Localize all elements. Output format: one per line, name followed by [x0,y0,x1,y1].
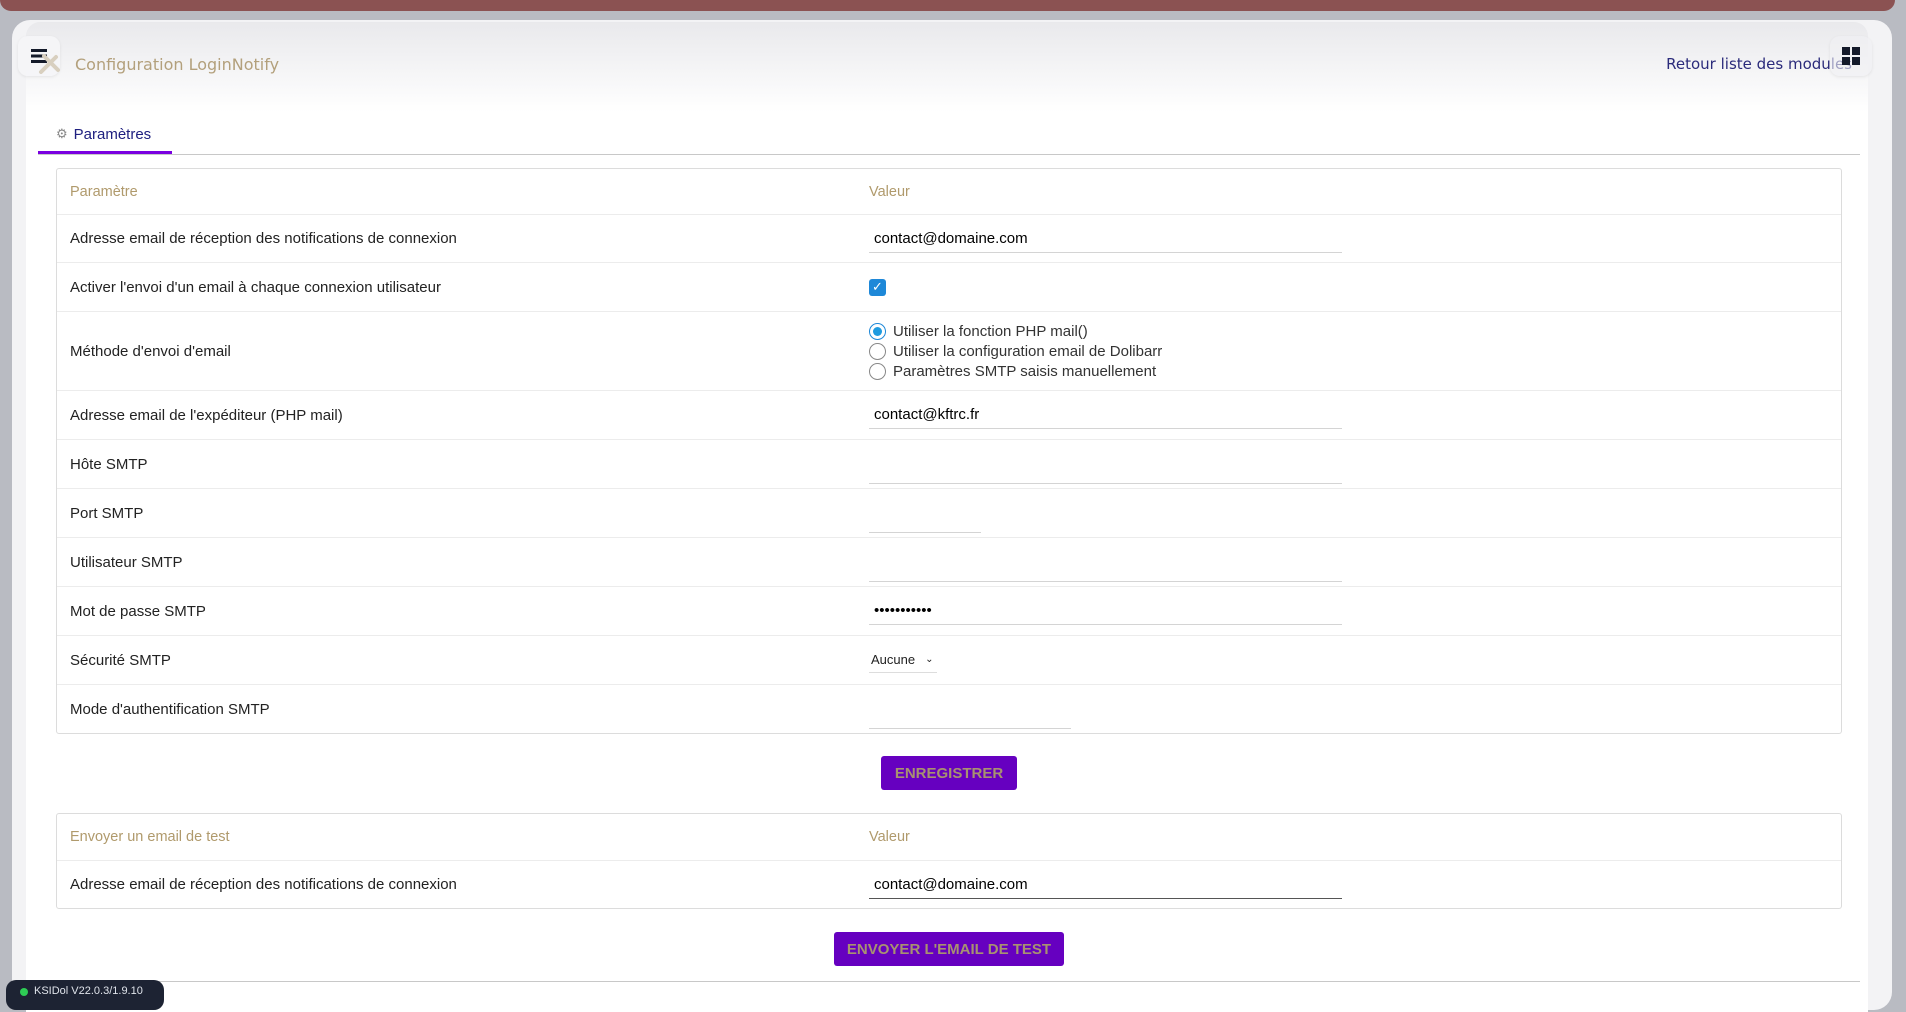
radio-label: Paramètres SMTP saisis manuellement [893,362,1157,380]
row-label: Utilisateur SMTP [70,553,183,571]
version-badge: KSIDol V22.0.3/1.9.10 [6,980,164,1010]
row-label: Méthode d'envoi d'email [70,342,231,360]
test-email-input[interactable] [869,870,1342,899]
smtp-user-input[interactable] [869,554,1342,582]
table-row: Sécurité SMTP Aucune ⌄ [57,635,1841,684]
table-header: Envoyer un email de test Valeur [57,814,1841,860]
radio-unchecked [869,362,886,380]
radio-label: Utiliser la fonction PHP mail() [893,322,1088,340]
row-label: Mot de passe SMTP [70,602,206,620]
table-row: Méthode d'envoi d'email Utiliser la fonc… [57,311,1841,390]
smtp-password-input[interactable] [869,597,1342,625]
row-label: Activer l'envoi d'un email à chaque conn… [70,278,441,296]
apps-button[interactable] [1830,36,1872,76]
row-label: Hôte SMTP [70,455,148,473]
table-row: Mode d'authentification SMTP [57,684,1841,733]
send-test-email-button[interactable]: ENVOYER L'EMAIL DE TEST [834,932,1064,966]
table-row: Hôte SMTP [57,439,1841,488]
table-row: Utilisateur SMTP [57,537,1841,586]
column-header-param: Envoyer un email de test [70,829,230,845]
row-label: Sécurité SMTP [70,651,171,669]
bottom-divider [38,981,1860,982]
row-label: Adresse email de réception des notificat… [70,230,457,247]
smtp-port-input[interactable] [869,505,981,533]
radio-manual-smtp[interactable]: Paramètres SMTP saisis manuellement [869,362,1162,380]
radio-checked [869,322,886,340]
column-header-param: Paramètre [70,183,138,200]
tab-label: Paramètres [73,125,152,143]
radio-dolibarr-config[interactable]: Utiliser la configuration email de Dolib… [869,342,1163,360]
table-row: Mot de passe SMTP [57,586,1841,635]
smtp-security-select[interactable]: Aucune ⌄ [869,647,937,673]
browser-top-bar [0,0,1895,11]
radio-php-mail[interactable]: Utiliser la fonction PHP mail() [869,322,1162,340]
chevron-down-icon: ⌄ [925,654,934,665]
smtp-host-input[interactable] [869,456,1342,484]
row-label: Adresse email de réception des notificat… [70,876,457,893]
table-row: Adresse email de réception des notificat… [57,214,1841,262]
tab-divider [38,154,1860,155]
table-header: Paramètre Valeur [57,169,1841,214]
notify-email-input[interactable] [869,224,1342,253]
sender-email-input[interactable] [869,401,1342,429]
save-button[interactable]: ENREGISTRER [881,756,1017,790]
back-to-modules-link[interactable]: Retour liste des modules [1666,55,1852,73]
column-header-value: Valeur [869,829,910,845]
radio-label: Utiliser la configuration email de Dolib… [893,342,1163,360]
gears-icon: ⚙ [56,126,68,141]
table-row: Adresse email de l'expéditeur (PHP mail) [57,390,1841,439]
table-row: Adresse email de réception des notificat… [57,860,1841,908]
tab-parametres[interactable]: ⚙ Paramètres [38,117,172,154]
row-label: Adresse email de l'expéditeur (PHP mail) [70,406,343,424]
enable-checkbox[interactable]: ✓ [869,278,886,296]
test-email-table: Envoyer un email de test Valeur Adresse … [56,813,1842,909]
smtp-auth-input[interactable] [869,701,1071,729]
tools-icon [39,54,60,74]
select-value: Aucune [871,652,916,667]
radio-unchecked [869,342,886,360]
column-header-value: Valeur [869,183,910,200]
page-title: Configuration LoginNotify [75,55,280,74]
row-label: Port SMTP [70,504,144,522]
table-row: Activer l'envoi d'un email à chaque conn… [57,262,1841,311]
row-label: Mode d'authentification SMTP [70,700,270,718]
settings-table: Paramètre Valeur Adresse email de récept… [56,168,1842,734]
table-row: Port SMTP [57,488,1841,537]
grid-icon [1842,47,1860,65]
